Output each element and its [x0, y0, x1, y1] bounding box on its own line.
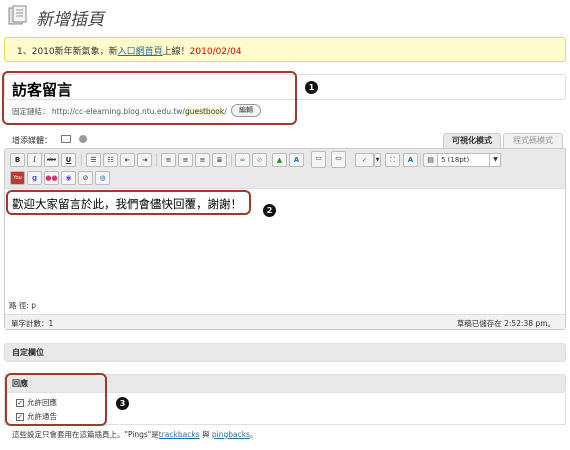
spellcheck-icon[interactable]: ✓ [355, 153, 374, 167]
notice-prefix: 1、2010新年新氣象，新 [17, 47, 118, 57]
draft-saved: 草稿已儲存在 2:52:38 pm。 [456, 319, 555, 328]
align-right-icon[interactable]: ≡ [195, 153, 210, 167]
underline-icon[interactable]: U [61, 153, 76, 167]
path-text: 路 徑: p [9, 301, 37, 310]
flickr-icon[interactable]: ●● [44, 171, 59, 185]
footnote-prefix: 這些設定只會套用在這篇插頁上。"Pings"是 [12, 430, 159, 439]
insert-more-icon[interactable]: ▭ [311, 151, 326, 168]
toolbar-separator [231, 153, 232, 167]
custom-fields-panel[interactable]: 自定欄位 [4, 343, 566, 362]
outdent-icon[interactable]: ⇤ [120, 153, 135, 167]
youtube-icon[interactable]: You [10, 171, 25, 185]
toolbar-separator [81, 153, 82, 167]
insert-image-icon[interactable]: ▲ [272, 153, 287, 167]
callout-title [2, 71, 297, 125]
marker-1: 1 [305, 81, 318, 94]
align-left-icon[interactable]: ≡ [161, 153, 176, 167]
bold-icon[interactable]: B [10, 153, 25, 167]
format-icon[interactable]: ▤ [423, 153, 438, 167]
pingbacks-link[interactable]: pingbacks [212, 430, 250, 439]
align-center-icon[interactable]: ≡ [178, 153, 193, 167]
callout-discussion [5, 373, 107, 426]
notice-date: 2010/02/04 [189, 47, 242, 57]
notice-bar: 1、2010新年新氣象，新入口網首頁上線！2010/02/04 [4, 37, 566, 62]
notice-link[interactable]: 入口網首頁 [118, 47, 163, 57]
find-icon[interactable]: A [403, 153, 418, 167]
google-icon[interactable]: g [27, 171, 42, 185]
page-icon [8, 5, 28, 26]
numbered-list-icon[interactable]: ☷ [103, 153, 118, 167]
italic-icon[interactable]: I [27, 153, 42, 167]
fullscreen-icon[interactable]: ⛶ [385, 153, 400, 167]
toolbar-separator [156, 153, 157, 167]
word-count: 單字計數：1 [11, 319, 54, 328]
indent-icon[interactable]: ⇥ [137, 153, 152, 167]
page-title: 新增插頁 [36, 10, 104, 30]
chevron-down-icon[interactable]: ▼ [374, 153, 381, 167]
strikethrough-icon[interactable]: abc [44, 153, 59, 167]
status-bar: 單字計數：1 草稿已儲存在 2:52:38 pm。 [5, 314, 565, 329]
add-image-icon[interactable] [61, 135, 71, 143]
marker-2: 2 [263, 204, 276, 217]
trackbacks-link[interactable]: trackbacks [159, 430, 200, 439]
tab-visual[interactable]: 可視化模式 [443, 133, 501, 148]
clean-format-icon[interactable]: A [289, 153, 304, 167]
media-label: 增添媒體： [12, 136, 52, 145]
notice-suffix: 上線！ [162, 47, 190, 57]
search-icon[interactable]: ◍ [95, 171, 110, 185]
marker-3: 3 [116, 397, 129, 410]
compass-icon[interactable]: ⊘ [78, 171, 93, 185]
toolbar-separator [420, 153, 421, 167]
callout-content [6, 190, 251, 215]
bullet-list-icon[interactable]: ☰ [86, 153, 101, 167]
notice-text: 1、2010新年新氣象，新入口網首頁上線！2010/02/04 [17, 44, 242, 57]
add-media-icon[interactable] [79, 135, 87, 143]
discussion-footnote: 這些設定只會套用在這篇插頁上。"Pings"是trackbacks 與 ping… [12, 429, 257, 440]
music-icon[interactable]: ◉ [61, 171, 76, 185]
justify-icon[interactable]: ≣ [212, 153, 227, 167]
path-bar: 路 徑: p [5, 298, 565, 312]
unlink-icon[interactable]: ⊘ [252, 153, 267, 167]
footnote-and: 與 [199, 430, 212, 439]
link-icon[interactable]: ∞ [235, 153, 250, 167]
page-break-icon[interactable]: ▭ [331, 151, 346, 168]
tab-html[interactable]: 程式碼模式 [503, 133, 563, 148]
chevron-down-icon[interactable]: ▼ [489, 153, 501, 167]
footnote-suffix: 。 [249, 430, 258, 439]
